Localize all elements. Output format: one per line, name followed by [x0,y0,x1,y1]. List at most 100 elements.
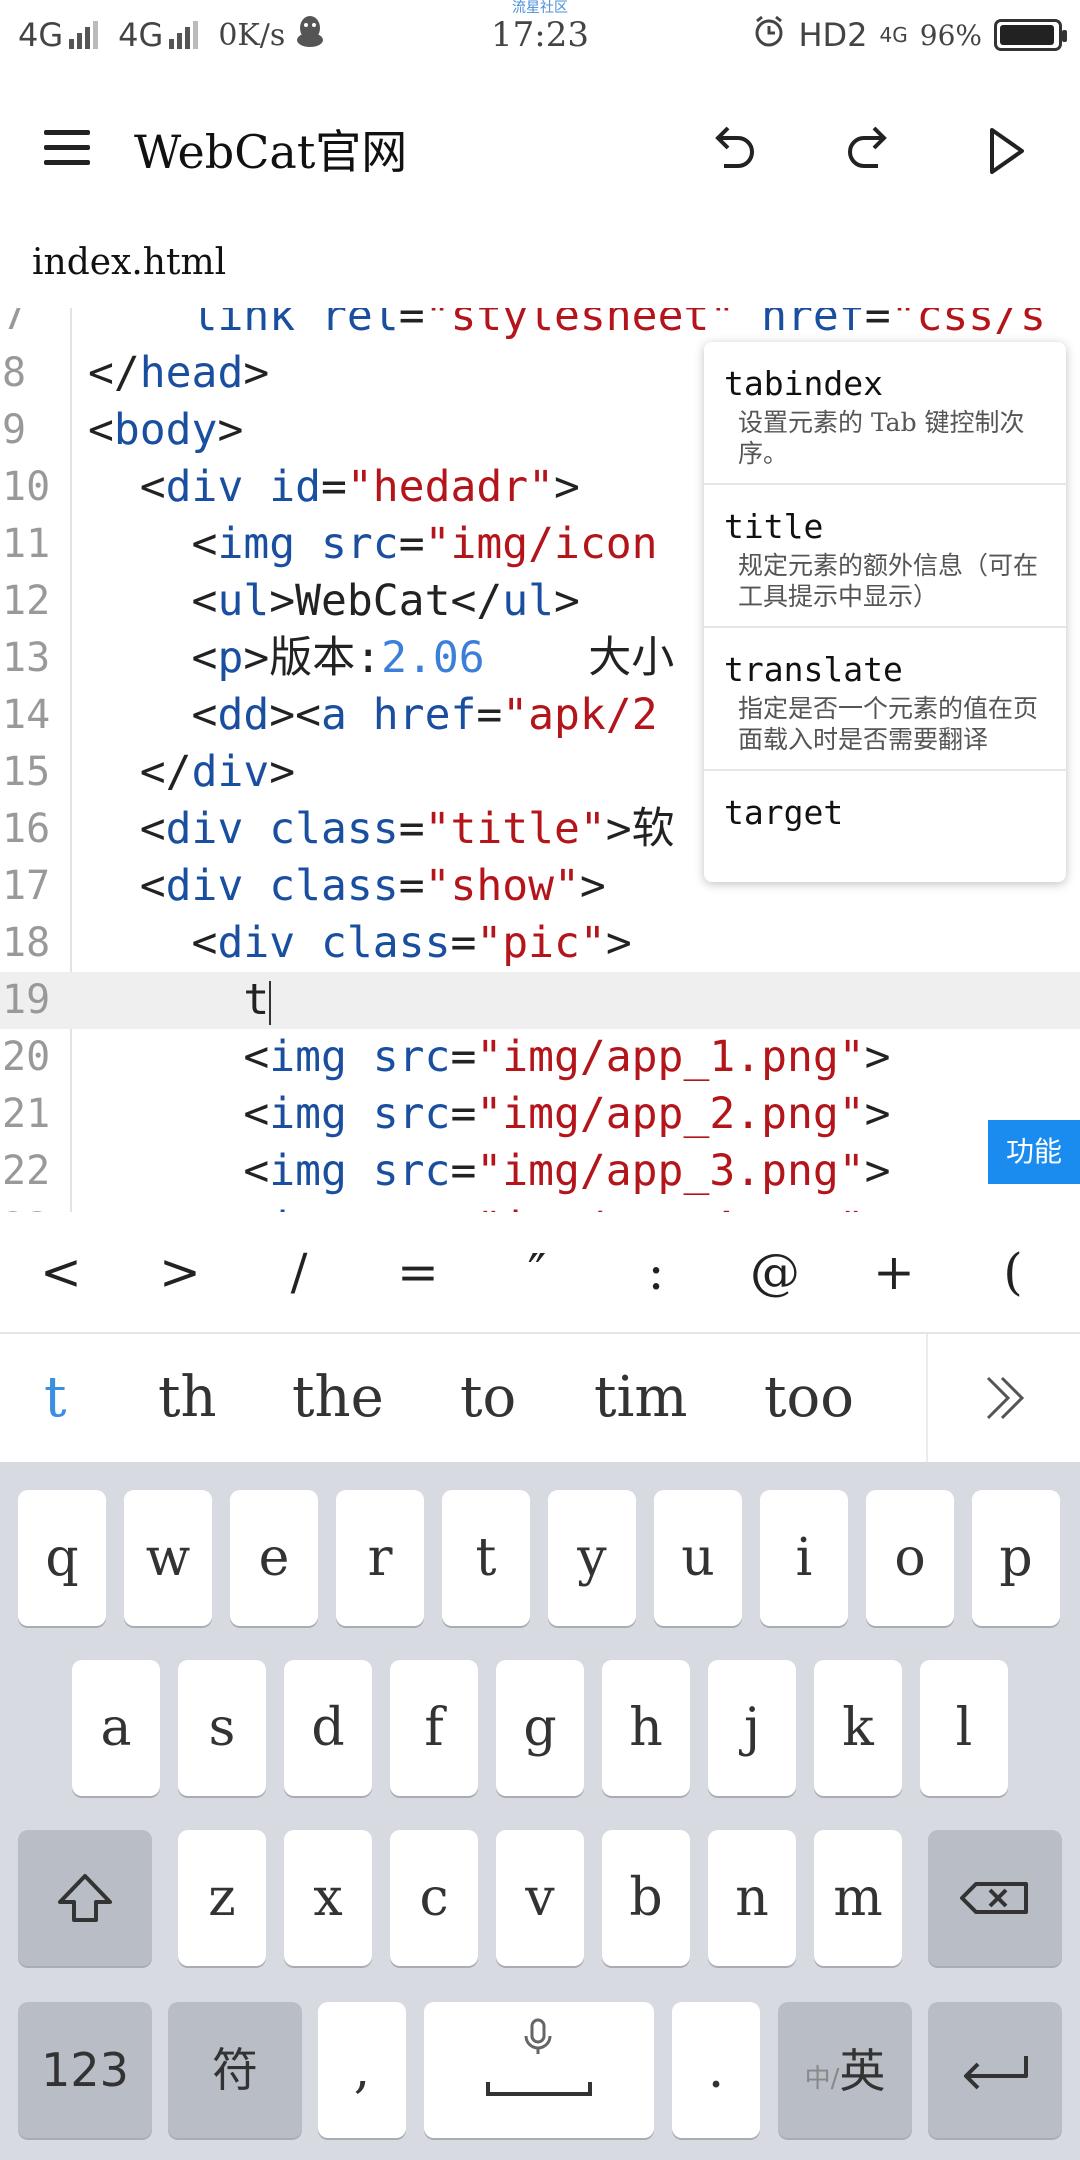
key-r[interactable]: r [336,1490,424,1626]
code-line[interactable]: 19 t [0,972,1080,1029]
language-switch-small: 中/ [804,2064,840,2094]
code-token: "css/s [890,308,1046,341]
symbol-key[interactable]: = [363,1212,473,1332]
numbers-key[interactable]: 123 [18,2002,152,2138]
comma-key[interactable]: , [318,2002,406,2138]
suggestion-item[interactable]: t [44,1334,67,1462]
enter-key[interactable] [928,2002,1062,2138]
suggestion-item[interactable]: to [460,1334,516,1462]
suggestion-item[interactable]: tim [594,1334,688,1462]
symbol-key[interactable]: ″ [482,1212,592,1332]
code-token: t [88,975,270,1025]
suggestion-item[interactable]: the [292,1334,384,1462]
code-line[interactable]: 7 link rel="stylesheet" href="css/s [0,308,1080,345]
key-u[interactable]: u [654,1490,742,1626]
key-j[interactable]: j [708,1660,796,1796]
code-line[interactable]: 23 <img src="img/app_4.png"> [0,1200,1080,1212]
code-token: class [321,918,451,968]
expand-suggestions-icon[interactable] [926,1334,1080,1462]
key-a[interactable]: a [72,1660,160,1796]
code-token: >软 [605,804,675,854]
key-q[interactable]: q [18,1490,106,1626]
key-z[interactable]: z [178,1830,266,1966]
language-switch-key[interactable]: 中/英 [778,2002,912,2138]
backspace-key[interactable] [928,1830,1062,1966]
key-g[interactable]: g [496,1660,584,1796]
function-button[interactable]: 功能 [988,1120,1080,1184]
symbol-key[interactable]: / [244,1212,354,1332]
suggestion-bar: t th the to tim too [0,1334,1080,1462]
key-m[interactable]: m [814,1830,902,1966]
run-icon[interactable] [970,116,1040,186]
autocomplete-item[interactable]: target [704,771,1066,850]
autocomplete-item[interactable]: title 规定元素的额外信息（可在工具提示中显示） [704,485,1066,628]
code-token: div [165,462,244,512]
code-token: = [476,690,503,740]
code-text: <div class="show"> [88,858,606,915]
code-token: ul [217,576,270,626]
code-token: > [269,747,296,797]
code-text: t [88,972,272,1029]
code-line[interactable]: 21 <img src="img/app_2.png"> [0,1086,1080,1143]
suggestion-item[interactable]: th [158,1334,217,1462]
key-h[interactable]: h [602,1660,690,1796]
code-text: <div class="pic"> [88,915,632,972]
code-token: id [269,462,322,512]
symbol-key[interactable]: ( [958,1212,1068,1332]
menu-icon[interactable] [44,130,90,166]
code-token: < [88,1089,270,1139]
code-token: href [761,308,865,341]
code-token: < [88,576,218,626]
code-line[interactable]: 18 <div class="pic"> [0,915,1080,972]
key-o[interactable]: o [866,1490,954,1626]
key-e[interactable]: e [230,1490,318,1626]
symbol-key[interactable]: < [6,1212,116,1332]
symbol-key[interactable]: @ [720,1212,830,1332]
code-token: dd [217,690,270,740]
undo-icon[interactable] [698,116,768,186]
shift-key[interactable] [18,1830,152,1966]
suggestion-item[interactable]: too [764,1334,854,1462]
alarm-icon [752,14,786,56]
symbol-key[interactable]: > [125,1212,235,1332]
key-f[interactable]: f [390,1660,478,1796]
period-key[interactable]: . [672,2002,760,2138]
symbol-key[interactable]: : [601,1212,711,1332]
code-token: "apk/2 [502,690,658,740]
key-v[interactable]: v [496,1830,584,1966]
key-n[interactable]: n [708,1830,796,1966]
code-line[interactable]: 22 <img src="img/app_3.png"> [0,1143,1080,1200]
code-token: a [321,690,347,740]
autocomplete-item[interactable]: translate 指定是否一个元素的值在页面载入时是否需要翻译 [704,628,1066,771]
autocomplete-item[interactable]: tabindex 设置元素的 Tab 键控制次序。 [704,342,1066,485]
code-token: rel [321,308,399,341]
key-d[interactable]: d [284,1660,372,1796]
redo-icon[interactable] [834,116,904,186]
key-t[interactable]: t [442,1490,530,1626]
space-key[interactable] [424,2002,654,2138]
key-s[interactable]: s [178,1660,266,1796]
code-token: "img/app_3.png" [476,1146,865,1196]
symbol-key[interactable]: + [839,1212,949,1332]
language-switch-main: 英 [839,2044,886,2098]
key-i[interactable]: i [760,1490,848,1626]
key-w[interactable]: w [124,1490,212,1626]
code-line[interactable]: 20 <img src="img/app_1.png"> [0,1029,1080,1086]
key-c[interactable]: c [390,1830,478,1966]
symbols-key[interactable]: 符 [168,2002,302,2138]
key-b[interactable]: b [602,1830,690,1966]
key-k[interactable]: k [814,1660,902,1796]
key-y[interactable]: y [548,1490,636,1626]
file-tab-index[interactable]: index.html [32,242,226,283]
autocomplete-desc: 指定是否一个元素的值在页面载入时是否需要翻译 [738,694,1039,754]
code-token: "img/app_4.png" [476,1203,864,1212]
key-l[interactable]: l [920,1660,1008,1796]
key-p[interactable]: p [972,1490,1060,1626]
key-x[interactable]: x [284,1830,372,1966]
